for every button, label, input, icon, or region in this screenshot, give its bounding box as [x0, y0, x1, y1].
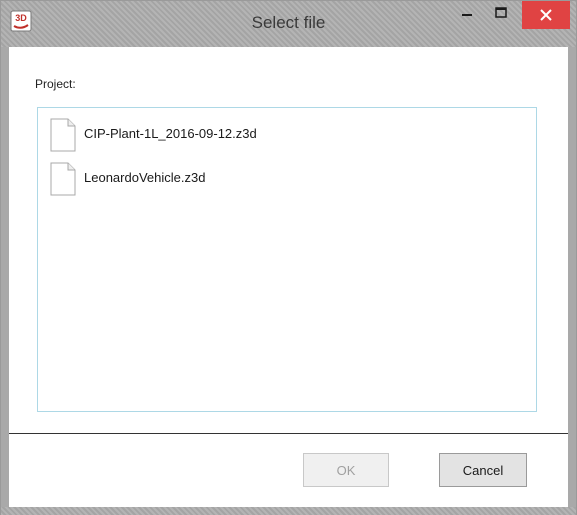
select-file-dialog: 3D Select file Project: CIP-Plant-1L_201… [0, 0, 577, 515]
minimize-icon [462, 14, 472, 16]
document-icon [50, 162, 76, 196]
close-button[interactable] [522, 1, 570, 29]
divider [9, 433, 568, 434]
close-icon [540, 9, 552, 21]
dialog-body: Project: CIP-Plant-1L_2016-09-12.z3d Leo… [9, 47, 568, 507]
ok-button[interactable]: OK [303, 453, 389, 487]
minimize-button[interactable] [450, 1, 484, 29]
file-item[interactable]: CIP-Plant-1L_2016-09-12.z3d [50, 118, 450, 154]
project-label: Project: [35, 77, 76, 91]
document-icon [50, 118, 76, 152]
maximize-button[interactable] [484, 1, 518, 29]
window-frame-bottom [1, 507, 576, 515]
maximize-icon [495, 7, 507, 18]
cancel-button[interactable]: Cancel [439, 453, 527, 487]
file-name: LeonardoVehicle.z3d [84, 170, 206, 185]
file-name: CIP-Plant-1L_2016-09-12.z3d [84, 126, 257, 141]
title-bar[interactable]: 3D Select file [1, 1, 576, 47]
file-item[interactable]: LeonardoVehicle.z3d [50, 162, 450, 198]
file-list[interactable]: CIP-Plant-1L_2016-09-12.z3d LeonardoVehi… [37, 107, 537, 412]
